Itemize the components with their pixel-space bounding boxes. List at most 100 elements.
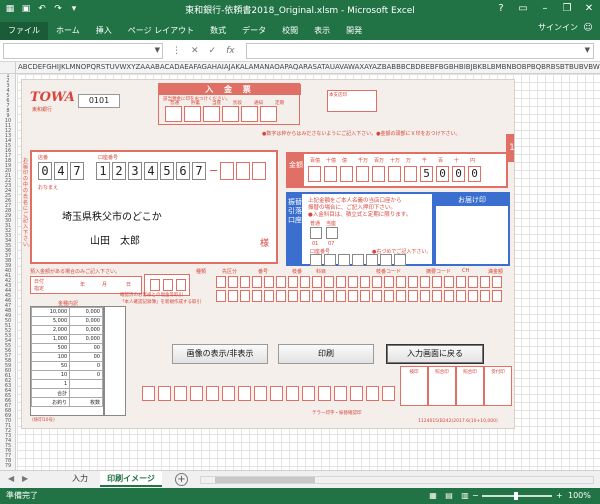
name-box[interactable]: ▼	[3, 43, 163, 59]
deposit-type-box	[222, 106, 239, 122]
row-number[interactable]: 79	[0, 464, 15, 469]
detail-cell	[384, 276, 394, 288]
account-box: お届印の中の氏名にご記入下さい。 店番 口座番号 0 4 7 1 2 3 4 5…	[23, 150, 278, 264]
amount-digit	[340, 166, 353, 182]
chevron-down-icon[interactable]: ▼	[155, 46, 160, 54]
insert-function-icon[interactable]: fx	[226, 43, 235, 59]
zoom-out-icon[interactable]: −	[472, 488, 479, 504]
transfer-text: 上記金額をご本人名義の当店口座から 振替の場合に、ご記入押印下さい。 ●入金科目…	[308, 198, 411, 219]
add-sheet-icon[interactable]: +	[175, 473, 188, 486]
detail-cell	[252, 290, 262, 302]
restore-icon[interactable]: ❐	[556, 0, 578, 18]
scrollbar-thumb[interactable]	[215, 477, 315, 483]
sheet-tab-input[interactable]: 入力	[60, 471, 100, 487]
detail-cell	[276, 276, 286, 288]
page-layout-view-icon[interactable]: ▤	[444, 488, 454, 504]
tab-page-layout[interactable]: ページ レイアウト	[120, 22, 202, 40]
zoom-slider-knob[interactable]	[514, 492, 518, 500]
tab-view[interactable]: 表示	[306, 22, 338, 40]
transfer-line: 振替の場合に、ご記入押印下さい。	[308, 205, 396, 211]
normal-view-icon[interactable]: ▦	[428, 488, 438, 504]
denomination-amount: 0,000	[69, 316, 103, 326]
formula-buttons: ⋮ ✕ ✓ fx	[172, 43, 235, 59]
formula-bar: ▼ ⋮ ✕ ✓ fx ▼	[0, 40, 600, 62]
denomination-value: 500	[30, 343, 71, 353]
transfer-option-label: 当座	[326, 221, 337, 227]
teller-print-cell	[318, 386, 331, 401]
help-icon[interactable]: ?	[490, 0, 512, 18]
next-sheet-icon[interactable]: ▶	[22, 474, 28, 483]
tab-file[interactable]: ファイル	[0, 22, 48, 40]
account-digit: 7	[192, 162, 206, 180]
column-headers: ABCDEFGHIJKLMNOPQRSTUVWXYZAAABACADAEAFAG…	[0, 62, 600, 74]
denomination-value: 1,000	[30, 334, 71, 344]
enter-icon[interactable]: ✓	[209, 43, 217, 59]
branch-stamp-box: 本支店印	[327, 90, 377, 112]
amount-label: 金額	[288, 154, 304, 186]
sheet-tab-print-image[interactable]: 印刷イメージ	[100, 471, 162, 487]
detail-row: 預入金額がある場合のみご記入下さい。 日付 指定 年 月 日 種類 先区分 番号 枝番…	[30, 266, 510, 306]
horizontal-scrollbar[interactable]	[200, 476, 594, 484]
denomination-row: 100 00	[30, 352, 103, 362]
teller-print-cell	[174, 386, 187, 401]
date-unit: 年	[80, 282, 86, 288]
close-icon[interactable]: ✕	[578, 0, 600, 18]
form-footer-code: 1124015(B242)2017.6(10+10,000)	[418, 419, 498, 424]
denomination-value: 10,000	[30, 307, 71, 317]
denomination-row: 50 0	[30, 361, 103, 371]
customer-address: 埼玉県秩父市のどこか	[62, 212, 162, 223]
expand-formula-icon[interactable]: ▼	[585, 46, 590, 54]
back-to-input-button[interactable]: 入力画面に戻る	[386, 344, 484, 364]
row-headers[interactable]: 1 2 3 4 5 6 7 8 9 10 11 12 13 14 15 16 17 18 19 20 21 22 23 24 2…	[0, 74, 16, 470]
tab-home[interactable]: ホーム	[48, 22, 88, 40]
name-label: おなまえ	[38, 185, 59, 191]
account-digit: 3	[128, 162, 142, 180]
prev-sheet-icon[interactable]: ◀	[8, 474, 14, 483]
detail-cell	[300, 290, 310, 302]
print-button[interactable]: 印刷	[278, 344, 374, 364]
count-column	[104, 306, 126, 416]
tab-formulas[interactable]: 数式	[202, 22, 234, 40]
deposit-type-label: 別段	[233, 101, 242, 106]
transfer-checkbox	[310, 227, 322, 239]
denomination-row: 1	[30, 379, 103, 389]
column-letters[interactable]: ABCDEFGHIJKLMNOPQRSTUVWXYZAAABACADAEAFAG…	[18, 63, 600, 71]
signin-link[interactable]: サインイン	[538, 22, 578, 33]
transfer-line: ●入金科目は、積立式と定期に限ります。	[308, 212, 412, 218]
teller-print-cell	[382, 386, 395, 401]
zoom-level[interactable]: 100%	[568, 488, 591, 504]
ribbon-display-icon[interactable]: ▭	[512, 0, 534, 18]
tab-data[interactable]: データ	[234, 22, 274, 40]
detail-cell	[240, 290, 250, 302]
zoom-in-icon[interactable]: +	[556, 488, 563, 504]
denomination-amount	[69, 388, 103, 398]
denomination-value: 2,000	[30, 325, 71, 335]
detail-cell	[372, 290, 382, 302]
cancel-icon[interactable]: ✕	[191, 43, 199, 59]
tab-review[interactable]: 校閲	[274, 22, 306, 40]
tab-insert[interactable]: 挿入	[88, 22, 120, 40]
deposit-type-label: 定期	[275, 101, 284, 106]
detail-cell	[348, 276, 358, 288]
transfer-account-cell	[380, 254, 392, 266]
account-suffix-box	[236, 162, 250, 180]
select-all-corner[interactable]	[0, 62, 16, 73]
stamp-box: 検印	[400, 366, 428, 406]
formula-input[interactable]: ▼	[246, 43, 594, 59]
detail-cell	[468, 290, 478, 302]
deposit-header: 入 金 票 該当預金に印をおつけください。 普通 貯蓄 当座 別段 通知 定期	[158, 83, 301, 125]
person-icon[interactable]: ☺	[582, 22, 594, 34]
transfer-code-label: 07	[328, 241, 335, 247]
page-break-view-icon[interactable]: ▥	[460, 488, 470, 504]
detail-cell	[480, 276, 490, 288]
deposit-type-box	[184, 106, 201, 122]
detail-column-label: CH	[462, 268, 470, 274]
amount-unit-label: 円	[470, 158, 476, 164]
amount-unit-label: 千万	[358, 158, 369, 164]
minimize-icon[interactable]: –	[534, 0, 556, 18]
detail-column-label: 枝番コード	[376, 269, 402, 275]
detail-column-label: 番号	[258, 269, 269, 275]
toggle-image-button[interactable]: 画像の表示/非表示	[172, 344, 268, 364]
tab-developer[interactable]: 開発	[338, 22, 370, 40]
detail-cell	[360, 276, 370, 288]
